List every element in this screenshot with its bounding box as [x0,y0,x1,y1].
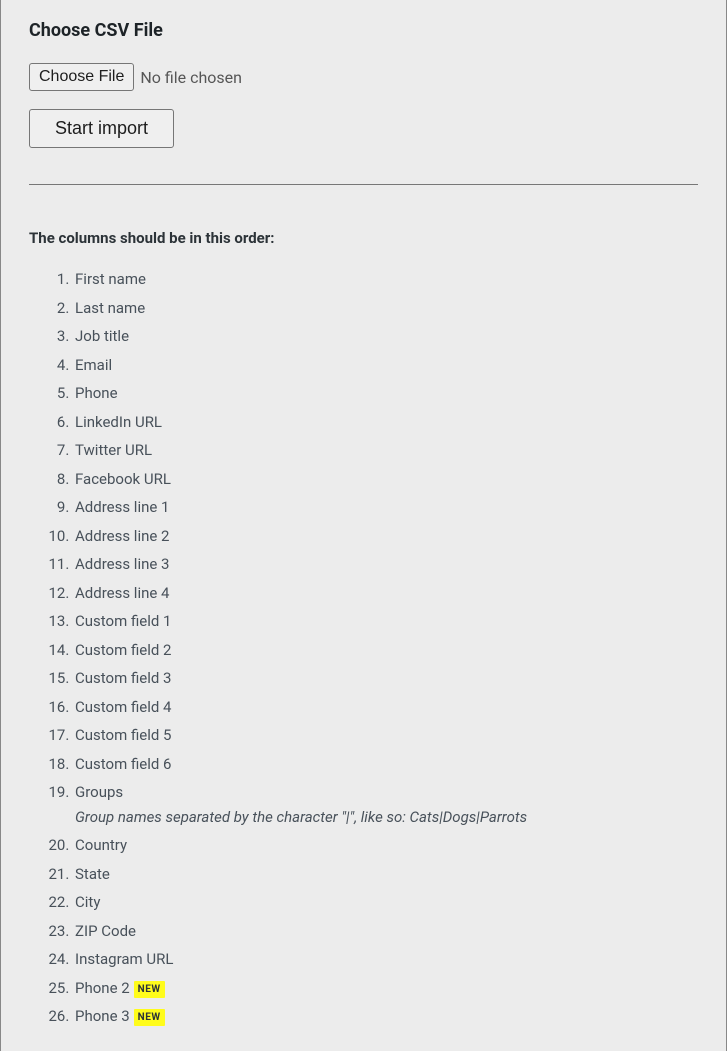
column-item-label: Address line 2 [75,527,170,545]
column-item-label: Custom field 1 [75,612,172,630]
section-title: Choose CSV File [29,20,698,41]
column-item-note: Group names separated by the character "… [75,806,698,829]
column-item: Phone 2NEW [73,974,698,1003]
column-item-label: Address line 3 [75,555,170,573]
new-badge: NEW [134,1009,165,1026]
column-item-label: Custom field 4 [75,698,172,716]
divider [29,184,698,185]
column-item-label: Job title [75,327,129,345]
column-item-label: Facebook URL [75,470,171,488]
column-item: ZIP Code [73,917,698,946]
file-chosen-status: No file chosen [140,68,242,87]
columns-order-label: The columns should be in this order: [29,229,698,247]
column-item: State [73,860,698,889]
column-item-label: City [75,893,100,911]
column-item: Last name [73,294,698,323]
column-item: Instagram URL [73,945,698,974]
column-order-list: First name Last name Job title Email Phone Li… [47,265,698,1031]
start-import-button[interactable]: Start import [29,109,174,148]
column-item-label: Last name [75,299,145,317]
column-item: Address line 1 [73,493,698,522]
column-item-label: Phone [75,384,118,402]
column-item: Custom field 5 [73,721,698,750]
column-item: Custom field 2 [73,636,698,665]
column-item-label: Email [75,356,112,374]
column-item-label: Address line 1 [75,498,170,516]
column-item-label: Phone 3 [75,1007,130,1025]
column-item-label: Custom field 6 [75,755,172,773]
column-item: Custom field 6 [73,750,698,779]
column-item: Custom field 4 [73,693,698,722]
column-item-label: Custom field 5 [75,726,172,744]
column-item: Country [73,831,698,860]
column-item-label: Twitter URL [75,441,152,459]
csv-import-panel: Choose CSV File Choose File No file chos… [1,0,726,1051]
column-item-label: First name [75,270,146,288]
column-item-label: LinkedIn URL [75,413,162,431]
column-item-label: State [75,865,110,883]
column-item: Phone 3NEW [73,1002,698,1031]
column-item: Job title [73,322,698,351]
column-item-label: Instagram URL [75,950,173,968]
file-input-row: Choose File No file chosen [29,63,698,91]
choose-file-button[interactable]: Choose File [29,63,134,91]
column-item-label: Custom field 2 [75,641,172,659]
column-item: Email [73,351,698,380]
column-item: Address line 3 [73,550,698,579]
column-item: First name [73,265,698,294]
column-item: Custom field 3 [73,664,698,693]
column-item: Address line 4 [73,579,698,608]
column-item: Twitter URL [73,436,698,465]
column-item-label: ZIP Code [75,922,136,940]
column-item: Facebook URL [73,465,698,494]
column-item: Custom field 1 [73,607,698,636]
column-item-label: Address line 4 [75,584,170,602]
new-badge: NEW [134,981,165,998]
column-item: LinkedIn URL [73,408,698,437]
column-item-label: Custom field 3 [75,669,172,687]
column-item: Address line 2 [73,522,698,551]
column-item-label: Phone 2 [75,979,130,997]
column-item-label: Groups [75,783,123,801]
column-item: Phone [73,379,698,408]
column-item: City [73,888,698,917]
column-item-label: Country [75,836,127,854]
column-item: Groups Group names separated by the chara… [73,778,698,831]
